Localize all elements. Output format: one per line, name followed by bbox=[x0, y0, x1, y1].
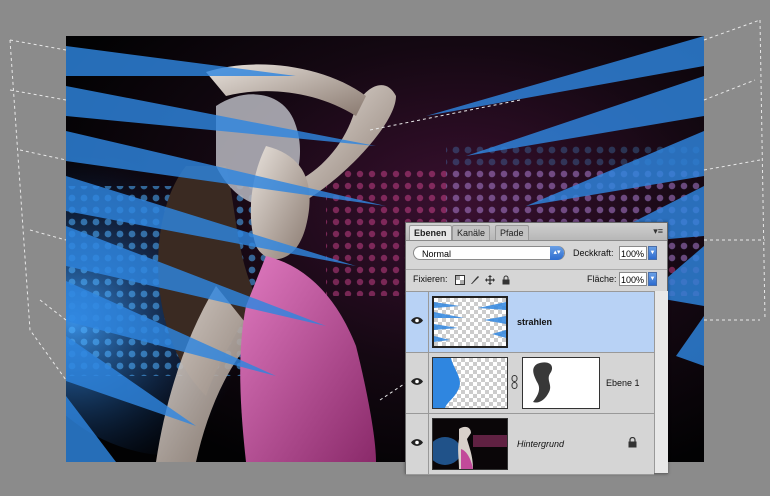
opacity-slider-arrow-icon[interactable]: ▼ bbox=[648, 246, 657, 260]
lock-pixels-brush-icon[interactable] bbox=[470, 275, 480, 285]
eye-icon bbox=[411, 378, 423, 385]
fill-input[interactable]: 100% bbox=[619, 272, 647, 286]
layer-mask-thumbnail[interactable] bbox=[522, 357, 600, 409]
chevron-updown-icon: ▴▾ bbox=[550, 246, 564, 260]
layer-visibility-toggle[interactable] bbox=[406, 292, 429, 352]
opacity-input[interactable]: 100% bbox=[619, 246, 647, 260]
panel-tab-bar: Ebenen Kanäle Pfade ▾≡ bbox=[406, 223, 667, 241]
layer-row-strahlen[interactable]: strahlen bbox=[406, 292, 654, 353]
panel-menu-icon[interactable]: ▾≡ bbox=[653, 226, 663, 237]
layer-name-strahlen[interactable]: strahlen bbox=[517, 317, 552, 327]
fill-label: Fläche: bbox=[587, 274, 617, 284]
layer-thumbnail-ebene-1 bbox=[432, 357, 508, 409]
tab-kanaele[interactable]: Kanäle bbox=[452, 225, 491, 240]
layer-row-hintergrund[interactable]: Hintergrund bbox=[406, 414, 654, 475]
layer-list-scrollbar[interactable] bbox=[654, 291, 668, 473]
tab-ebenen[interactable]: Ebenen bbox=[409, 225, 452, 240]
chain-link-icon[interactable] bbox=[511, 375, 518, 389]
blend-mode-select[interactable]: Normal ▴▾ bbox=[413, 246, 565, 260]
tab-pfade[interactable]: Pfade bbox=[495, 225, 529, 240]
lock-label: Fixieren: bbox=[413, 274, 448, 284]
lock-all-icon[interactable] bbox=[501, 275, 511, 285]
lock-position-move-icon[interactable] bbox=[485, 275, 495, 285]
layer-thumbnail-hintergrund bbox=[432, 418, 508, 470]
layer-row-ebene-1[interactable]: Ebene 1 bbox=[406, 353, 654, 414]
lock-icon bbox=[628, 437, 637, 448]
eye-icon bbox=[411, 439, 423, 446]
layer-name-ebene-1[interactable]: Ebene 1 bbox=[606, 378, 640, 388]
eye-icon bbox=[411, 317, 423, 324]
blend-mode-value: Normal bbox=[422, 249, 452, 259]
layer-name-hintergrund[interactable]: Hintergrund bbox=[517, 439, 564, 449]
opacity-label: Deckkraft: bbox=[573, 248, 614, 258]
layer-list[interactable]: strahlen Ebene 1 Hintergrund bbox=[406, 291, 654, 475]
layers-panel[interactable]: Ebenen Kanäle Pfade ▾≡ Normal ▴▾ Deckkra… bbox=[405, 222, 668, 475]
fill-slider-arrow-icon[interactable]: ▼ bbox=[648, 272, 657, 286]
lock-transparency-icon[interactable] bbox=[455, 275, 465, 285]
layer-visibility-toggle[interactable] bbox=[406, 414, 429, 474]
layer-visibility-toggle[interactable] bbox=[406, 353, 429, 413]
layer-thumbnail-strahlen bbox=[432, 296, 508, 348]
